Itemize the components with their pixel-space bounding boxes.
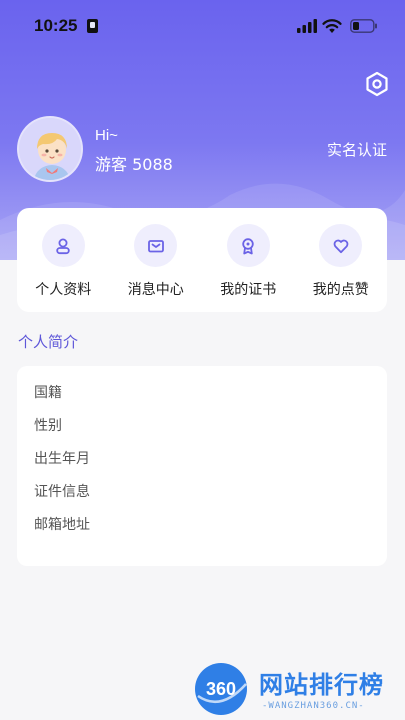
real-name-verify-link[interactable]: 实名认证: [327, 139, 387, 160]
menu-item-messages[interactable]: 消息中心: [110, 208, 203, 312]
menu-label: 消息中心: [127, 282, 184, 298]
status-bar: 10:25: [0, 0, 405, 48]
user-name: 游客 5088: [95, 155, 173, 174]
heart-icon: [319, 224, 363, 267]
watermark-subtext: -WANGZHAN360.CN-: [262, 701, 365, 711]
watermark-logo: 360: [195, 663, 247, 715]
status-time: 10:25: [34, 16, 78, 35]
section-title-bio: 个人简介: [18, 333, 79, 351]
settings-icon[interactable]: [364, 71, 390, 97]
menu-item-profile[interactable]: 个人资料: [17, 208, 110, 312]
field-birth-date[interactable]: 出生年月: [34, 448, 387, 481]
avatar[interactable]: [17, 116, 83, 182]
menu-item-likes[interactable]: 我的点赞: [295, 208, 388, 312]
field-email[interactable]: 邮箱地址: [34, 514, 387, 547]
sim-card-icon: [87, 19, 98, 33]
watermark-text: 网站排行榜: [259, 671, 384, 699]
field-id-info[interactable]: 证件信息: [34, 481, 387, 514]
menu-label: 我的点赞: [312, 282, 369, 298]
user-icon: [41, 224, 85, 267]
menu-label: 个人资料: [35, 282, 92, 298]
watermark: 360 网站排行榜 -WANGZHAN360.CN-: [192, 660, 405, 720]
bio-info-card: 国籍 性别 出生年月 证件信息 邮箱地址: [17, 366, 387, 566]
battery-icon: [350, 19, 377, 33]
watermark-logo-text: 360: [206, 679, 236, 699]
field-gender[interactable]: 性别: [34, 415, 387, 448]
mail-icon: [134, 224, 178, 267]
cellular-signal-icon: [297, 19, 317, 33]
greeting-text: Hi~: [95, 127, 118, 144]
field-nationality[interactable]: 国籍: [34, 382, 387, 415]
wifi-icon: [322, 19, 342, 33]
quick-menu-card: 个人资料 消息中心 我的证书 我的点赞: [17, 208, 387, 312]
menu-item-certificates[interactable]: 我的证书: [202, 208, 295, 312]
certificate-icon: [226, 224, 270, 267]
menu-label: 我的证书: [220, 282, 277, 298]
